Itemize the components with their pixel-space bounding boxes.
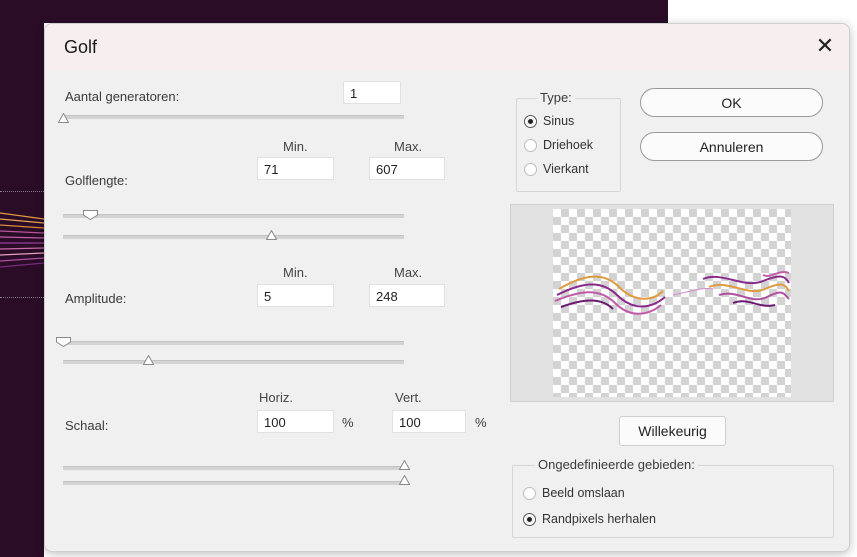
amplitude-label: Amplitude: bbox=[65, 291, 127, 306]
type-group-title: Type: bbox=[537, 90, 575, 105]
amplitude-max-header: Max. bbox=[394, 265, 423, 280]
wavelength-min-header: Min. bbox=[283, 139, 308, 154]
wavelength-max-slider-thumb[interactable] bbox=[265, 230, 277, 240]
scale-vert-slider-track[interactable] bbox=[63, 481, 404, 485]
scale-horiz-unit: % bbox=[342, 415, 354, 430]
amplitude-min-slider-thumb[interactable] bbox=[55, 337, 71, 347]
wavelength-min-input[interactable]: 71 bbox=[257, 157, 334, 180]
undefined-option-wrap[interactable]: Beeld omslaan bbox=[523, 484, 625, 502]
scale-vert-slider-thumb[interactable] bbox=[398, 475, 410, 485]
document-artwork-lines bbox=[0, 212, 44, 268]
generators-slider-thumb[interactable] bbox=[57, 113, 69, 123]
preview-pane bbox=[510, 204, 834, 402]
scale-vert-input[interactable]: 100 bbox=[392, 410, 466, 433]
document-guide-line bbox=[0, 297, 44, 298]
wavelength-min-slider-thumb[interactable] bbox=[82, 210, 98, 220]
wavelength-label: Golflengte: bbox=[65, 173, 128, 188]
preview-canvas bbox=[553, 209, 791, 397]
document-background-left bbox=[0, 0, 44, 557]
wavelength-min-slider-track[interactable] bbox=[63, 214, 404, 218]
type-option-driehoek[interactable]: Driehoek bbox=[524, 136, 593, 154]
ok-button[interactable]: OK bbox=[640, 88, 823, 117]
amplitude-min-header: Min. bbox=[283, 265, 308, 280]
randomize-button[interactable]: Willekeurig bbox=[619, 416, 726, 446]
generators-slider-track[interactable] bbox=[63, 115, 404, 119]
generators-label: Aantal generatoren: bbox=[65, 89, 180, 104]
wavelength-max-header: Max. bbox=[394, 139, 423, 154]
radio-selected-icon[interactable] bbox=[524, 114, 537, 128]
radio-icon[interactable] bbox=[523, 486, 536, 500]
wavelength-max-slider-track[interactable] bbox=[63, 235, 404, 239]
wavelength-max-input[interactable]: 607 bbox=[369, 157, 445, 180]
wave-dialog: Golf ✕ Aantal generatoren: 1 Min. Max. G… bbox=[44, 23, 850, 552]
scale-horiz-slider-thumb[interactable] bbox=[398, 460, 410, 470]
document-guide-line bbox=[0, 191, 44, 192]
scale-horiz-input[interactable]: 100 bbox=[257, 410, 334, 433]
type-option-label: Sinus bbox=[543, 114, 575, 128]
type-option-sinus[interactable]: Sinus bbox=[524, 112, 574, 130]
amplitude-min-input[interactable]: 5 bbox=[257, 284, 334, 307]
undefined-option-label: Beeld omslaan bbox=[542, 486, 625, 500]
type-option-label: Vierkant bbox=[543, 162, 589, 176]
amplitude-min-slider-track[interactable] bbox=[63, 341, 404, 345]
undefined-option-repeat-edge[interactable]: Randpixels herhalen bbox=[523, 510, 656, 528]
scale-horiz-header: Horiz. bbox=[259, 390, 293, 405]
amplitude-max-slider-track[interactable] bbox=[63, 360, 404, 364]
scale-vert-unit: % bbox=[475, 415, 487, 430]
scale-vert-header: Vert. bbox=[395, 390, 422, 405]
undefined-option-label: Randpixels herhalen bbox=[542, 512, 656, 526]
generators-input[interactable]: 1 bbox=[343, 81, 401, 104]
amplitude-max-input[interactable]: 248 bbox=[369, 284, 445, 307]
undefined-areas-title: Ongedefinieerde gebieden: bbox=[535, 457, 698, 472]
amplitude-max-slider-thumb[interactable] bbox=[142, 355, 154, 365]
scale-horiz-slider-track[interactable] bbox=[63, 466, 404, 470]
document-background-top bbox=[0, 0, 668, 23]
radio-selected-icon[interactable] bbox=[523, 512, 536, 526]
close-icon[interactable]: ✕ bbox=[813, 34, 837, 58]
wave-preview-image bbox=[554, 271, 790, 315]
radio-icon[interactable] bbox=[524, 138, 537, 152]
type-group: Type: Sinus Driehoek Vierkant bbox=[516, 90, 621, 192]
type-option-label: Driehoek bbox=[543, 138, 594, 152]
dialog-title: Golf bbox=[64, 37, 98, 57]
undefined-areas-group: Ongedefinieerde gebieden: Beeld omslaan … bbox=[512, 457, 834, 538]
type-option-vierkant[interactable]: Vierkant bbox=[524, 160, 589, 178]
dialog-titlebar: Golf ✕ bbox=[45, 24, 849, 71]
radio-icon[interactable] bbox=[524, 162, 537, 176]
cancel-button[interactable]: Annuleren bbox=[640, 132, 823, 161]
scale-label: Schaal: bbox=[65, 418, 109, 433]
